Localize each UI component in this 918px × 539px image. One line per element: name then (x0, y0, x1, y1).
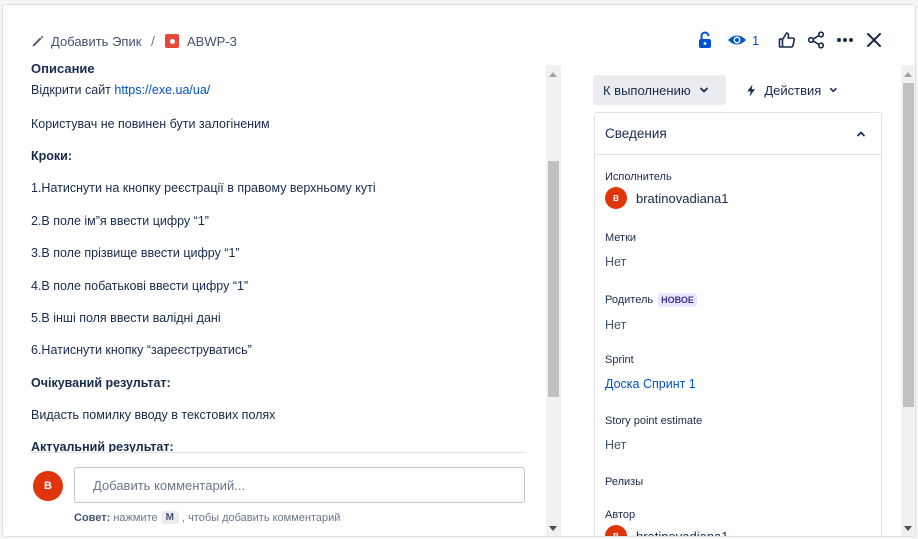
close-button[interactable] (864, 29, 884, 51)
avatar: B (605, 525, 627, 536)
description-link-prefix: Відкрити сайт (31, 83, 115, 97)
description-line: 2.В поле ім”я ввести цифру “1” (31, 214, 209, 228)
actions-dropdown[interactable]: Действия (736, 75, 848, 105)
comment-divider (31, 452, 525, 453)
labels-value[interactable]: Нет (605, 255, 636, 269)
sprint-value[interactable]: Доска Спринт 1 (605, 377, 696, 391)
new-badge: НОВОЕ (658, 293, 697, 307)
assignee-value[interactable]: B bratinovadiana1 (605, 187, 729, 209)
comment-tip: Совет: нажмите M , чтобы добавить коммен… (74, 511, 340, 524)
bug-icon (165, 34, 179, 48)
share-button[interactable] (806, 29, 826, 51)
issue-key: ABWP-3 (187, 33, 237, 49)
assignee-label: Исполнитель (605, 171, 672, 183)
scroll-up-arrow[interactable] (904, 72, 912, 77)
keyboard-shortcut: M (160, 511, 179, 524)
scroll-up-arrow[interactable] (549, 72, 557, 77)
watch-count: 1 (752, 32, 760, 48)
description-line: Видасть помилку вводу в текстових полях (31, 408, 276, 422)
pencil-icon (32, 35, 44, 47)
description-line: Користувач не повинен бути залогіненим (31, 117, 270, 131)
comment-input[interactable] (74, 467, 525, 503)
story-points-field: Story point estimate Нет (605, 415, 702, 452)
description-line: 1.Натиснути на кнопку реєстрації в право… (31, 181, 376, 195)
scroll-down-arrow[interactable] (904, 526, 912, 531)
sidebar-scrollbar[interactable] (901, 65, 915, 536)
details-panel: Сведения Исполнитель B bratinovadiana1 М… (594, 112, 882, 537)
description-line: 6.Натиснути кнопку “зареєструватись” (31, 343, 252, 357)
details-title: Сведения (605, 126, 667, 141)
modal-header: Добавить Эпик / ABWP-3 1 (3, 5, 915, 69)
unlock-icon (699, 31, 711, 48)
author-label: Автор (605, 509, 636, 521)
tip-label: Совет: (74, 511, 111, 524)
parent-value[interactable]: Нет (605, 318, 697, 332)
status-dropdown[interactable]: К выполнению (593, 75, 726, 105)
close-icon (867, 33, 881, 47)
assignee-name: bratinovadiana1 (636, 190, 729, 206)
add-epic-label: Добавить Эпик (51, 33, 142, 49)
steps-heading: Кроки: (31, 149, 73, 163)
unlock-button[interactable] (695, 29, 715, 51)
description-panel[interactable]: Описание Відкрити сайт https://exe.ua/ua… (31, 61, 531, 453)
author-field: Автор B bratinovadiana1 (605, 509, 729, 537)
story-points-label: Story point estimate (605, 415, 703, 427)
scroll-thumb[interactable] (903, 83, 914, 407)
thumbs-up-icon (778, 32, 796, 48)
lightning-icon (747, 83, 756, 97)
breadcrumb-separator: / (151, 33, 155, 49)
description-title: Описание (31, 61, 95, 76)
eye-icon (728, 35, 746, 45)
like-button[interactable] (777, 29, 797, 51)
releases-label: Релизы (605, 476, 644, 488)
details-header[interactable]: Сведения (595, 113, 881, 155)
avatar: B (33, 471, 63, 501)
description-link[interactable]: https://exe.ua/ua/ (114, 83, 210, 97)
more-icon (837, 38, 853, 42)
main-scrollbar[interactable] (546, 65, 561, 536)
parent-label: Родитель НОВОЕ (605, 293, 697, 307)
assignee-field: Исполнитель B bratinovadiana1 (605, 171, 729, 209)
labels-field: Метки Нет (605, 232, 636, 269)
issue-main-column: Описание Відкрити сайт https://exe.ua/ua… (3, 61, 563, 536)
story-points-value[interactable]: Нет (605, 438, 702, 452)
issue-modal: Добавить Эпик / ABWP-3 1 Описание Відкри… (2, 4, 916, 537)
status-label: К выполнению (603, 82, 691, 98)
expected-result-heading: Очікуваний результат: (31, 376, 171, 390)
parent-field: Родитель НОВОЕ Нет (605, 293, 697, 332)
author-name: bratinovadiana1 (636, 528, 729, 537)
add-epic-link[interactable]: Добавить Эпик (31, 33, 141, 49)
chevron-up-icon (857, 131, 865, 137)
parent-label-text: Родитель (605, 294, 654, 306)
share-icon (807, 31, 825, 49)
description-line: Відкрити сайт https://exe.ua/ua/ (31, 83, 210, 97)
author-value[interactable]: B bratinovadiana1 (605, 525, 729, 537)
scroll-thumb[interactable] (548, 161, 559, 397)
avatar: B (605, 187, 627, 209)
issue-key-link[interactable]: ABWP-3 (165, 33, 237, 49)
sprint-label: Sprint (605, 354, 634, 366)
chevron-down-icon (830, 87, 838, 93)
actions-label: Действия (764, 82, 822, 98)
description-line: 3.В поле прізвище ввести цифру “1” (31, 246, 240, 260)
description-line: 5.В інші поля ввести валідні дані (31, 311, 221, 325)
releases-field: Релизы (605, 476, 643, 488)
description-line: 4.В поле побатькові ввести цифру “1” (31, 279, 249, 293)
chevron-down-icon (699, 87, 708, 93)
tip-text-after: , чтобы добавить комментарий (181, 511, 341, 524)
more-actions-button[interactable] (835, 29, 855, 51)
labels-label: Метки (605, 232, 637, 244)
tip-text-before: нажмите (113, 511, 158, 524)
scroll-down-arrow[interactable] (549, 526, 557, 531)
watch-button[interactable]: 1 (727, 29, 765, 51)
sprint-field: Sprint Доска Спринт 1 (605, 354, 696, 391)
